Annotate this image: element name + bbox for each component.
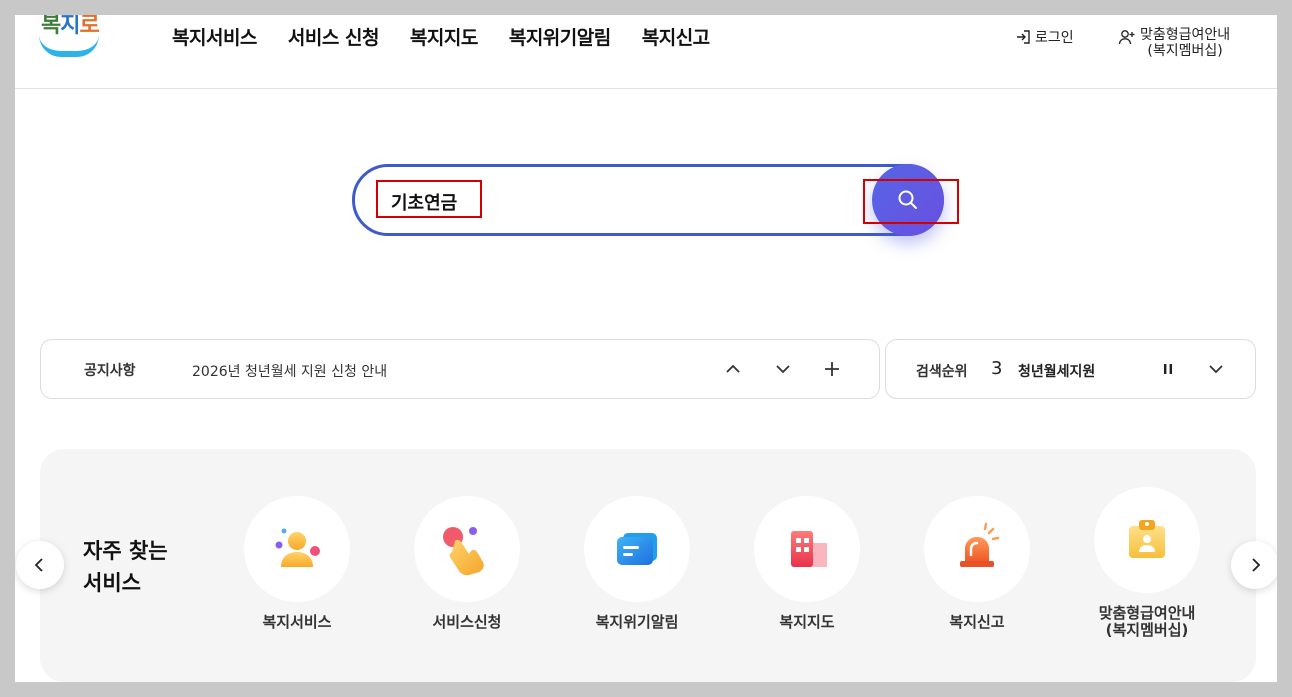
page: 복지로 복지서비스 서비스 신청 복지지도 복지위기알림 복지신고 로그인 맞춤… xyxy=(15,15,1277,682)
rank-label: 검색순위 xyxy=(916,364,968,380)
member-card-icon xyxy=(1129,520,1165,558)
service-circle xyxy=(924,496,1030,602)
search-icon xyxy=(898,190,917,209)
service-label: 맞춤형급여안내 (복지멤버십) xyxy=(1098,604,1196,639)
service-label: 복지서비스 xyxy=(262,613,332,631)
main-nav: 복지서비스 서비스 신청 복지지도 복지위기알림 복지신고 xyxy=(172,23,741,50)
plus-icon xyxy=(825,362,839,376)
service-item-welfare[interactable]: 복지서비스 xyxy=(222,496,372,631)
rank-pause-button[interactable] xyxy=(1155,356,1181,382)
building-icon xyxy=(791,531,827,567)
add-user-icon xyxy=(1118,30,1135,45)
chevron-up-icon xyxy=(726,364,740,373)
search-rank-bar: 검색순위 3 청년월세지원 xyxy=(885,339,1256,399)
rank-text[interactable]: 청년월세지원 xyxy=(1018,361,1095,381)
service-item-member-guide[interactable]: 맞춤형급여안내 (복지멤버십) xyxy=(1072,487,1222,639)
member-guide-link[interactable]: 맞춤형급여안내 (복지멤버십) xyxy=(1118,27,1230,59)
service-label: 복지위기알림 xyxy=(595,613,679,631)
service-circle xyxy=(584,496,690,602)
logo-smile-icon xyxy=(39,35,99,57)
service-circle xyxy=(414,496,520,602)
nav-welfare-service[interactable]: 복지서비스 xyxy=(172,23,257,50)
chevron-right-icon xyxy=(1252,558,1261,572)
rank-expand-button[interactable] xyxy=(1203,356,1229,382)
rank-number: 3 xyxy=(991,358,1003,379)
search-button[interactable] xyxy=(872,164,944,236)
member-label-line1: 맞춤형급여안내 xyxy=(1140,27,1231,43)
chevron-down-icon xyxy=(776,365,790,374)
chevron-left-icon xyxy=(34,558,43,572)
service-label: 복지지도 xyxy=(779,613,835,631)
notice-prev-button[interactable] xyxy=(720,356,746,382)
notice-next-button[interactable] xyxy=(770,356,796,382)
nav-welfare-map[interactable]: 복지지도 xyxy=(410,23,478,50)
nav-service-apply[interactable]: 서비스 신청 xyxy=(288,23,380,50)
search-input-value: 기초연금 xyxy=(391,193,458,214)
service-item-apply[interactable]: 서비스신청 xyxy=(392,496,542,631)
siren-icon xyxy=(960,522,1000,567)
member-label-line2: (복지멤버십) xyxy=(1147,43,1223,59)
carousel-prev-button[interactable] xyxy=(16,541,64,589)
notice-more-button[interactable] xyxy=(819,356,845,382)
pause-icon xyxy=(1164,364,1172,374)
frequent-services-panel: 자주 찾는 서비스 복지서비스 서비스신청 복지위기알림 복지지도 복지신고 맞… xyxy=(40,449,1256,682)
service-circle xyxy=(1094,487,1200,593)
notice-bar: 공지사항 2026년 청년월세 지원 신청 안내 xyxy=(40,339,880,399)
notice-label: 공지사항 xyxy=(84,363,136,379)
service-item-crisis-alert[interactable]: 복지위기알림 xyxy=(562,496,712,631)
service-circle xyxy=(244,496,350,602)
logo[interactable]: 복지로 xyxy=(35,15,105,63)
notice-text[interactable]: 2026년 청년월세 지원 신청 안내 xyxy=(192,361,387,381)
service-item-report[interactable]: 복지신고 xyxy=(902,496,1052,631)
service-circle xyxy=(754,496,860,602)
login-link[interactable]: 로그인 xyxy=(1015,27,1074,47)
service-item-welfare-map[interactable]: 복지지도 xyxy=(732,496,882,631)
hand-tap-icon xyxy=(443,527,484,576)
nav-welfare-report[interactable]: 복지신고 xyxy=(642,23,710,50)
service-label: 서비스신청 xyxy=(432,613,502,631)
chevron-down-icon xyxy=(1209,365,1223,374)
message-icon xyxy=(617,533,657,565)
person-icon xyxy=(275,528,320,567)
header: 복지로 복지서비스 서비스 신청 복지지도 복지위기알림 복지신고 로그인 맞춤… xyxy=(15,15,1277,89)
nav-crisis-alert[interactable]: 복지위기알림 xyxy=(509,23,611,50)
login-label: 로그인 xyxy=(1035,30,1074,46)
service-label: 복지신고 xyxy=(949,613,1005,631)
login-icon xyxy=(1017,30,1030,44)
carousel-next-button[interactable] xyxy=(1231,541,1277,589)
frequent-services-title: 자주 찾는 서비스 xyxy=(83,539,168,595)
